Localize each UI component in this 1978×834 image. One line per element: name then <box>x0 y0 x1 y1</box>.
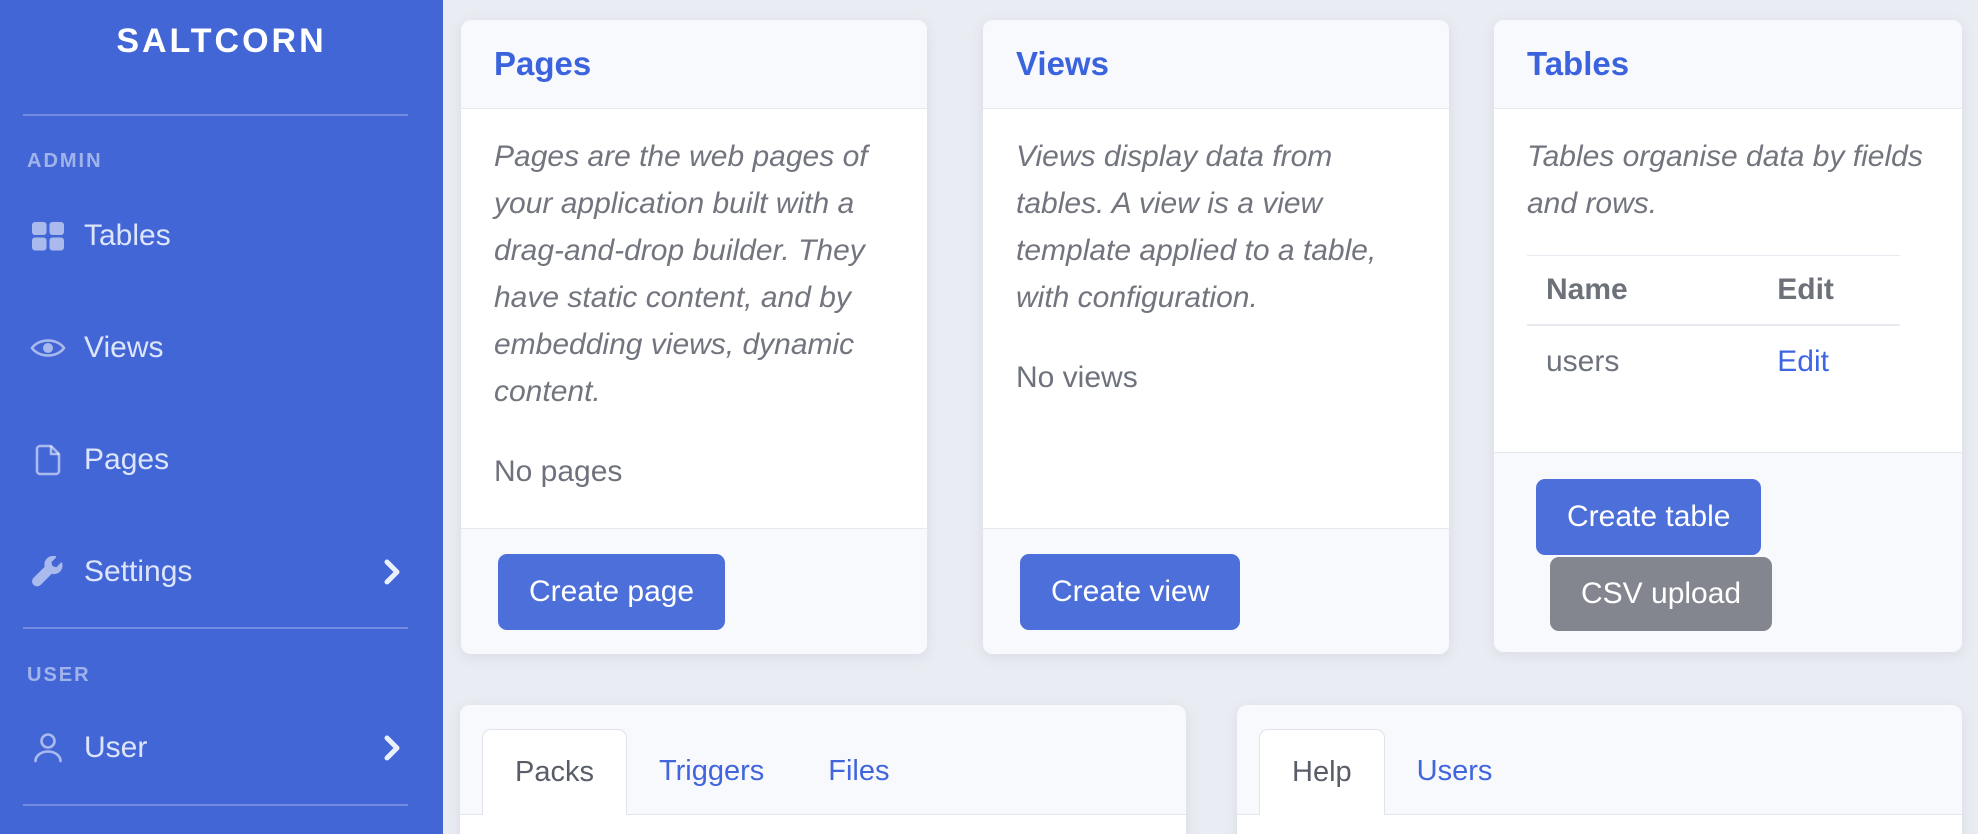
tables-list: Name Edit users Edit <box>1527 255 1900 398</box>
views-empty-text: No views <box>1016 361 1416 395</box>
sidebar-section-user: USER <box>27 664 91 687</box>
tables-description: Tables organise data by fields and rows. <box>1527 133 1929 227</box>
pages-card-body: Pages are the web pages of your applicat… <box>461 109 927 489</box>
sidebar-item-views[interactable]: Views <box>29 326 413 370</box>
wrench-icon <box>29 556 67 588</box>
column-header-edit: Edit <box>1758 256 1900 326</box>
file-icon <box>29 444 67 476</box>
sidebar-divider <box>23 804 408 806</box>
pages-card-title: Pages <box>494 45 591 83</box>
pages-card-header: Pages <box>461 20 927 109</box>
tables-card: Tables Tables organise data by fields an… <box>1494 20 1962 652</box>
packs-panel: Packs Triggers Files <box>460 705 1186 834</box>
sidebar-item-pages[interactable]: Pages <box>29 438 413 482</box>
tab-files[interactable]: Files <box>796 729 921 814</box>
person-icon <box>29 732 67 764</box>
sidebar-item-label: Tables <box>84 219 171 253</box>
sidebar-item-settings[interactable]: Settings <box>29 550 413 594</box>
pages-card-footer: Create page <box>461 528 927 654</box>
sidebar-item-label: Views <box>84 331 163 365</box>
sidebar-divider <box>23 627 408 629</box>
tables-card-header: Tables <box>1494 20 1962 109</box>
help-panel-tabs: Help Users <box>1237 705 1962 815</box>
table-row-users: users Edit <box>1527 325 1900 398</box>
tab-packs[interactable]: Packs <box>482 729 627 815</box>
tab-help[interactable]: Help <box>1259 729 1385 815</box>
sidebar-item-label: Pages <box>84 443 169 477</box>
views-card-title: Views <box>1016 45 1109 83</box>
table-icon <box>29 221 67 251</box>
sidebar-divider <box>23 114 408 116</box>
app-brand[interactable]: SALTCORN <box>0 22 443 61</box>
edit-users-table-link[interactable]: Edit <box>1777 345 1829 378</box>
sidebar-item-label: User <box>84 731 147 765</box>
help-panel: Help Users <box>1237 705 1962 834</box>
column-header-name: Name <box>1527 256 1758 326</box>
pages-card: Pages Pages are the web pages of your ap… <box>461 20 927 654</box>
tables-card-title: Tables <box>1527 45 1629 83</box>
saltcorn-admin-dashboard: SALTCORN ADMIN Tables Views <box>0 0 1978 834</box>
sidebar-item-label: Settings <box>84 555 192 589</box>
create-page-button[interactable]: Create page <box>498 554 725 630</box>
pages-description: Pages are the web pages of your applicat… <box>494 133 894 415</box>
tables-card-footer: Create table CSV upload <box>1494 452 1962 652</box>
tab-triggers[interactable]: Triggers <box>627 729 796 814</box>
packs-panel-tabs: Packs Triggers Files <box>460 705 1186 815</box>
csv-upload-button[interactable]: CSV upload <box>1550 557 1772 631</box>
views-card-body: Views display data from tables. A view i… <box>983 109 1449 395</box>
views-description: Views display data from tables. A view i… <box>1016 133 1416 321</box>
eye-icon <box>29 335 67 361</box>
create-view-button[interactable]: Create view <box>1020 554 1240 630</box>
pages-empty-text: No pages <box>494 455 894 489</box>
chevron-right-icon <box>383 734 401 762</box>
views-card-header: Views <box>983 20 1449 109</box>
tables-card-body: Tables organise data by fields and rows.… <box>1494 109 1962 398</box>
views-card: Views Views display data from tables. A … <box>983 20 1449 654</box>
tab-users[interactable]: Users <box>1385 729 1525 814</box>
create-table-button[interactable]: Create table <box>1536 479 1761 555</box>
sidebar-item-user[interactable]: User <box>29 726 413 770</box>
sidebar: SALTCORN ADMIN Tables Views <box>0 0 443 834</box>
sidebar-item-tables[interactable]: Tables <box>29 214 413 258</box>
packs-panel-body <box>460 815 1186 834</box>
table-name-cell: users <box>1527 325 1758 398</box>
views-card-footer: Create view <box>983 528 1449 654</box>
sidebar-section-admin: ADMIN <box>27 150 103 173</box>
tables-list-header-row: Name Edit <box>1527 256 1900 326</box>
help-panel-body <box>1237 815 1962 834</box>
chevron-right-icon <box>383 558 401 586</box>
